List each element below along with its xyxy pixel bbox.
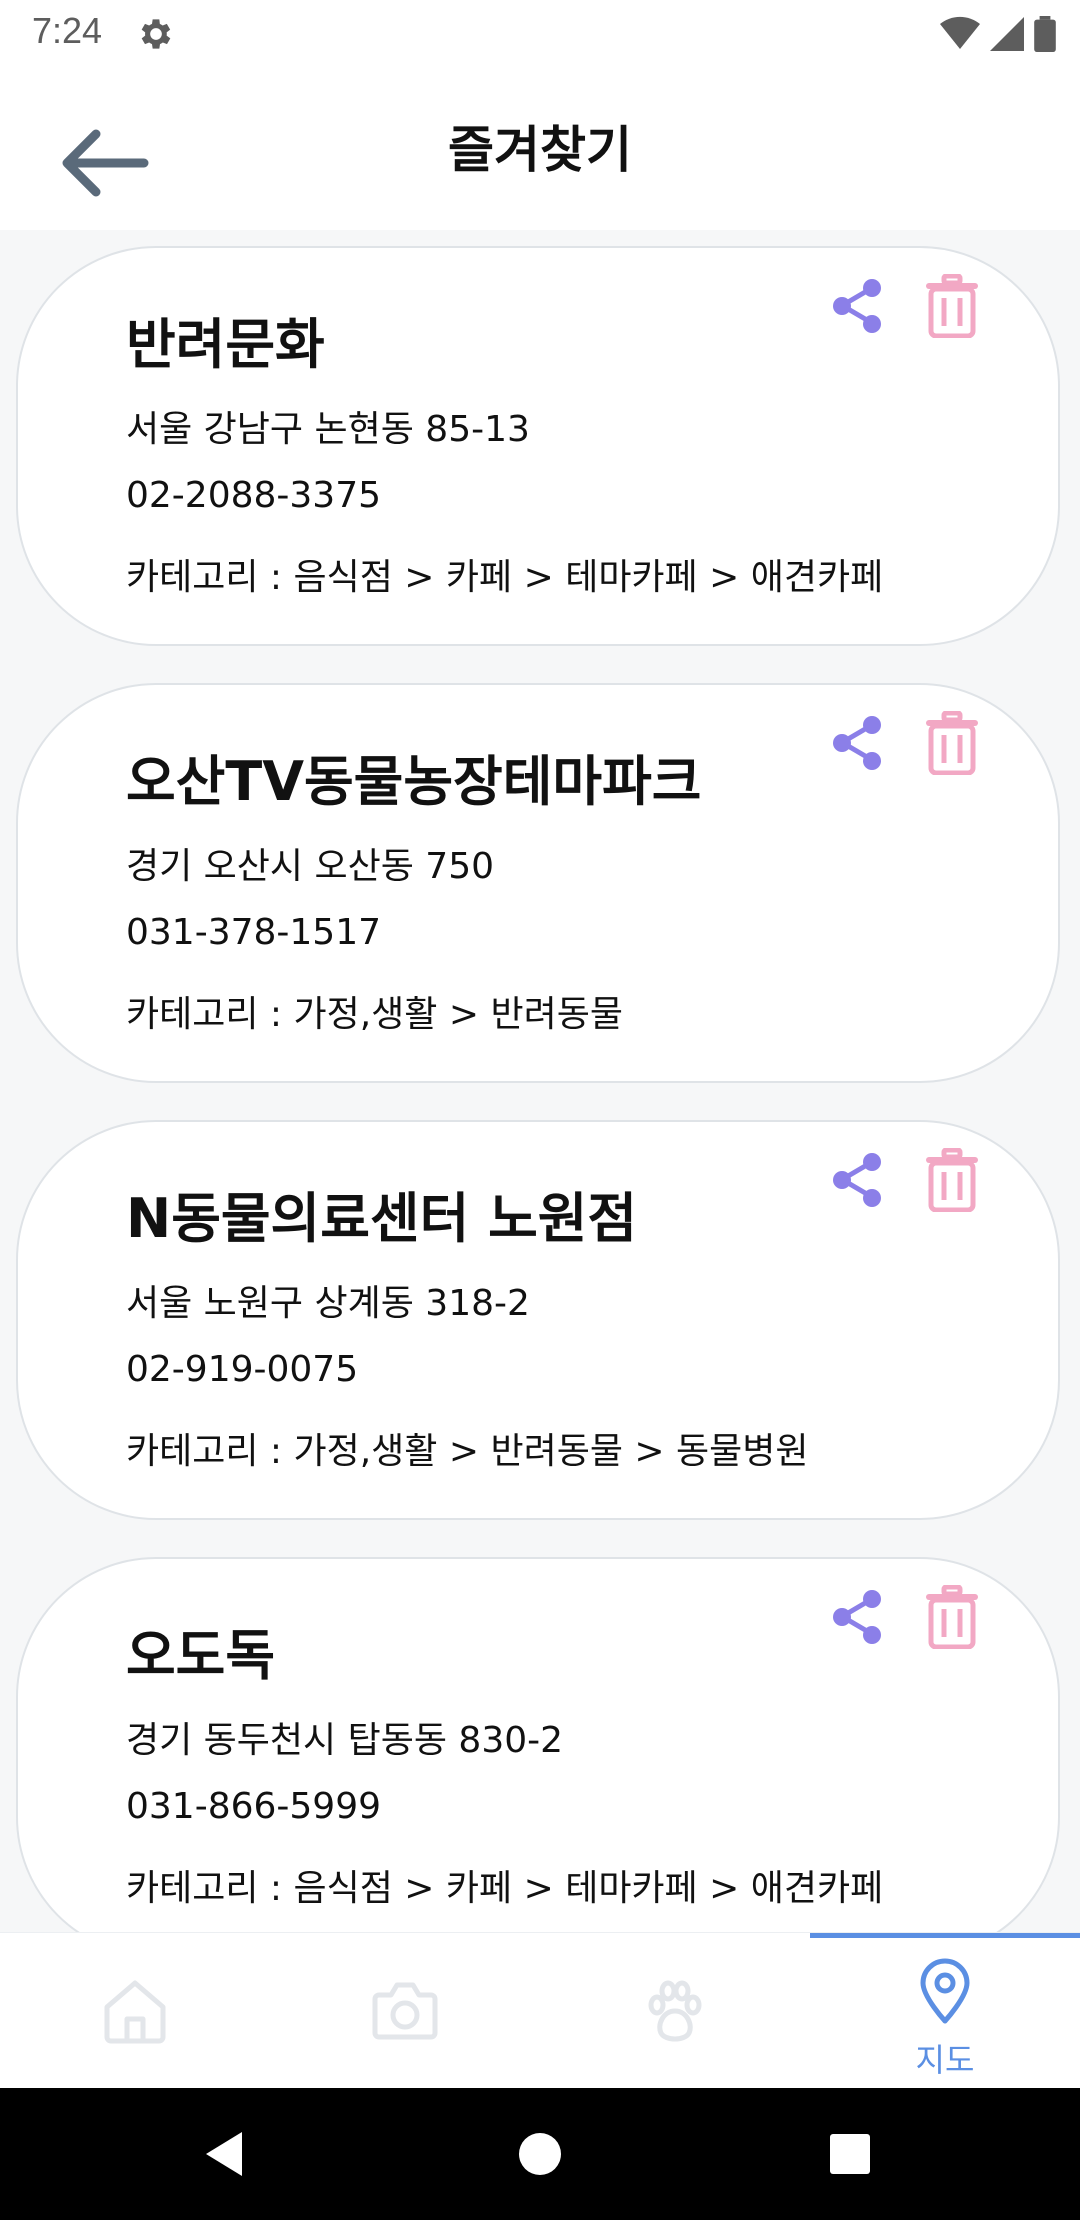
share-icon[interactable] bbox=[828, 713, 888, 773]
nav-home[interactable] bbox=[0, 1933, 270, 2089]
share-icon[interactable] bbox=[828, 1150, 888, 1210]
app-bar: 즐겨찾기 bbox=[0, 66, 1080, 230]
favorite-card[interactable]: 오산TV동물농장테마파크 경기 오산시 오산동 750 031-378-1517… bbox=[16, 683, 1060, 1083]
favorite-card[interactable]: N동물의료센터 노원점 서울 노원구 상계동 318-2 02-919-0075… bbox=[16, 1120, 1060, 1520]
active-tab-indicator bbox=[810, 1933, 1080, 1938]
favorite-card[interactable]: 오도독 경기 동두천시 탑동동 830-2 031-866-5999 카테고리 … bbox=[16, 1557, 1060, 1932]
place-phone[interactable]: 02-919-0075 bbox=[126, 1349, 358, 1390]
paw-icon bbox=[648, 1980, 702, 2042]
recents-square-icon[interactable] bbox=[820, 2124, 880, 2184]
nav-pet[interactable] bbox=[540, 1933, 810, 2089]
place-address: 서울 강남구 논현동 85-13 bbox=[126, 409, 530, 450]
status-time: 7:24 bbox=[32, 10, 103, 51]
place-address: 경기 동두천시 탑동동 830-2 bbox=[126, 1720, 564, 1761]
nav-map[interactable]: 지도 bbox=[810, 1933, 1080, 2089]
trash-icon[interactable] bbox=[924, 711, 980, 775]
nav-map-label: 지도 bbox=[915, 2041, 975, 2079]
place-name: N동물의료센터 노원점 bbox=[126, 1187, 638, 1250]
place-address: 경기 오산시 오산동 750 bbox=[126, 846, 495, 887]
share-icon[interactable] bbox=[828, 276, 888, 336]
place-name: 오도독 bbox=[126, 1624, 276, 1687]
settings-gear-icon bbox=[141, 19, 171, 49]
place-category: 카테고리 : 가정,생활 > 반려동물 bbox=[126, 994, 623, 1035]
signal-icon bbox=[990, 17, 1024, 51]
place-category: 카테고리 : 음식점 > 카페 > 테마카페 > 애견카페 bbox=[126, 1868, 884, 1909]
home-circle-icon[interactable] bbox=[510, 2124, 570, 2184]
place-category: 카테고리 : 음식점 > 카페 > 테마카페 > 애견카페 bbox=[126, 557, 884, 598]
trash-icon[interactable] bbox=[924, 1585, 980, 1649]
favorites-list[interactable]: 반려문화 서울 강남구 논현동 85-13 02-2088-3375 카테고리 … bbox=[0, 230, 1080, 1932]
place-phone[interactable]: 02-2088-3375 bbox=[126, 475, 381, 516]
share-icon[interactable] bbox=[828, 1587, 888, 1647]
nav-camera[interactable] bbox=[270, 1933, 540, 2089]
place-category: 카테고리 : 가정,생활 > 반려동물 > 동물병원 bbox=[126, 1431, 809, 1472]
place-name: 반려문화 bbox=[126, 313, 325, 376]
favorite-card[interactable]: 반려문화 서울 강남구 논현동 85-13 02-2088-3375 카테고리 … bbox=[16, 246, 1060, 646]
trash-icon[interactable] bbox=[924, 274, 980, 338]
camera-icon bbox=[372, 1982, 438, 2040]
page-title: 즐겨찾기 bbox=[448, 121, 632, 179]
place-name: 오산TV동물농장테마파크 bbox=[126, 750, 702, 813]
map-pin-icon bbox=[920, 1958, 970, 2024]
place-phone[interactable]: 031-378-1517 bbox=[126, 912, 381, 953]
back-triangle-icon[interactable] bbox=[196, 2124, 256, 2184]
trash-icon[interactable] bbox=[924, 1148, 980, 1212]
home-icon bbox=[104, 1980, 166, 2044]
bottom-navigation: 지도 bbox=[0, 1932, 1080, 2089]
wifi-icon bbox=[940, 16, 980, 50]
status-bar: 7:24 bbox=[0, 0, 1080, 66]
system-navigation-bar bbox=[0, 2088, 1080, 2220]
place-phone[interactable]: 031-866-5999 bbox=[126, 1786, 381, 1827]
place-address: 서울 노원구 상계동 318-2 bbox=[126, 1283, 530, 1324]
battery-icon bbox=[1034, 16, 1056, 52]
